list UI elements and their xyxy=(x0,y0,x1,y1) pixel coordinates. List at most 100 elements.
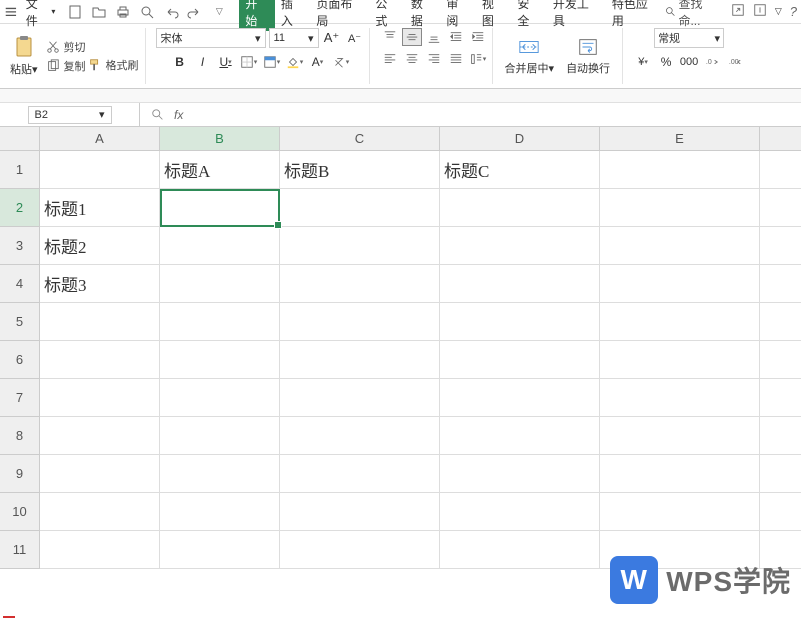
collapse-icon[interactable] xyxy=(753,3,767,20)
insert-function-icon[interactable] xyxy=(150,107,166,123)
cell[interactable] xyxy=(600,417,760,455)
cell[interactable] xyxy=(440,379,600,417)
cell[interactable] xyxy=(440,303,600,341)
currency-button[interactable]: ¥▾ xyxy=(633,52,653,72)
tab-special[interactable]: 特色应用 xyxy=(606,0,665,31)
merge-center-button[interactable]: 合并居中▾ xyxy=(499,36,561,76)
font-name-select[interactable]: 宋体 ▾ xyxy=(156,28,266,48)
cell[interactable] xyxy=(760,151,801,189)
row-header[interactable]: 5 xyxy=(0,303,40,341)
cell[interactable]: 标题2 xyxy=(40,227,160,265)
font-color-button[interactable]: A▾ xyxy=(308,52,328,72)
cell[interactable] xyxy=(160,189,280,227)
align-top-button[interactable] xyxy=(380,28,400,46)
cell[interactable]: 标题C xyxy=(440,151,600,189)
undo-icon[interactable] xyxy=(163,4,179,20)
align-left-button[interactable] xyxy=(380,50,400,68)
format-painter-button[interactable]: 格式刷 xyxy=(88,57,139,73)
cell[interactable] xyxy=(280,265,440,303)
align-middle-button[interactable] xyxy=(402,28,422,46)
row-header[interactable]: 11 xyxy=(0,531,40,569)
cell[interactable] xyxy=(440,265,600,303)
cell[interactable] xyxy=(760,303,801,341)
cell-style-button[interactable]: ▾ xyxy=(262,52,282,72)
number-format-select[interactable]: 常规 ▾ xyxy=(654,28,724,48)
cell[interactable] xyxy=(600,303,760,341)
increase-decimal-button[interactable]: .0 xyxy=(702,52,722,72)
cell[interactable] xyxy=(440,341,600,379)
cell[interactable] xyxy=(440,189,600,227)
font-size-select[interactable]: 11 ▾ xyxy=(269,28,319,48)
cell[interactable] xyxy=(760,189,801,227)
cell[interactable] xyxy=(440,227,600,265)
cut-button[interactable]: 剪切 xyxy=(46,39,86,55)
cell[interactable] xyxy=(160,379,280,417)
cell[interactable] xyxy=(40,151,160,189)
cell[interactable] xyxy=(600,379,760,417)
justify-button[interactable] xyxy=(446,50,466,68)
cell[interactable] xyxy=(40,493,160,531)
orientation-button[interactable]: ▾ xyxy=(468,50,488,68)
cell[interactable] xyxy=(600,189,760,227)
cell[interactable] xyxy=(440,455,600,493)
column-header[interactable]: C xyxy=(280,127,440,151)
column-header[interactable]: E xyxy=(600,127,760,151)
cell[interactable] xyxy=(280,341,440,379)
cell[interactable] xyxy=(760,493,801,531)
cell[interactable] xyxy=(760,227,801,265)
cell[interactable] xyxy=(600,151,760,189)
tab-review[interactable]: 审阅 xyxy=(440,0,476,31)
increase-font-button[interactable]: A⁺ xyxy=(322,28,342,48)
cell[interactable] xyxy=(440,417,600,455)
increase-indent-button[interactable] xyxy=(468,28,488,46)
tab-data[interactable]: 数据 xyxy=(405,0,441,31)
cell[interactable] xyxy=(160,341,280,379)
open-icon[interactable] xyxy=(91,4,107,20)
tab-formula[interactable]: 公式 xyxy=(369,0,405,31)
search-box[interactable]: 查找命... xyxy=(665,0,723,29)
name-box[interactable]: B2 ▾ xyxy=(28,106,112,124)
align-bottom-button[interactable] xyxy=(424,28,444,46)
decrease-decimal-button[interactable]: .00 xyxy=(725,52,745,72)
tab-security[interactable]: 安全 xyxy=(511,0,547,31)
hamburger-icon[interactable] xyxy=(4,5,18,19)
cell[interactable]: 标题1 xyxy=(40,189,160,227)
border-button[interactable]: ▾ xyxy=(239,52,259,72)
cell[interactable] xyxy=(280,189,440,227)
cell[interactable]: 标题3 xyxy=(40,265,160,303)
cell[interactable] xyxy=(160,265,280,303)
fx-label[interactable]: fx xyxy=(174,108,183,122)
cell[interactable] xyxy=(440,531,600,569)
tab-developer[interactable]: 开发工具 xyxy=(547,0,606,31)
cell[interactable] xyxy=(40,341,160,379)
tab-page-layout[interactable]: 页面布局 xyxy=(310,0,369,31)
qat-dropdown-icon[interactable]: ▽ xyxy=(211,4,227,20)
cell[interactable] xyxy=(600,227,760,265)
row-header[interactable]: 2 xyxy=(0,189,40,227)
align-right-button[interactable] xyxy=(424,50,444,68)
cell[interactable] xyxy=(600,455,760,493)
column-header[interactable]: A xyxy=(40,127,160,151)
cell[interactable]: 标题A xyxy=(160,151,280,189)
cell[interactable] xyxy=(160,531,280,569)
cell[interactable] xyxy=(40,417,160,455)
cell[interactable] xyxy=(280,455,440,493)
paste-button[interactable]: 粘贴▾ xyxy=(6,35,42,77)
underline-button[interactable]: U▾ xyxy=(216,52,236,72)
cell[interactable] xyxy=(600,493,760,531)
align-center-button[interactable] xyxy=(402,50,422,68)
percent-button[interactable]: % xyxy=(656,52,676,72)
cell[interactable] xyxy=(280,531,440,569)
file-menu[interactable]: 文件 ▾ xyxy=(22,0,60,29)
cell[interactable] xyxy=(40,531,160,569)
row-header[interactable]: 10 xyxy=(0,493,40,531)
cell[interactable] xyxy=(760,455,801,493)
tab-insert[interactable]: 插入 xyxy=(275,0,311,31)
wrap-text-button[interactable]: 自动换行 xyxy=(560,36,616,76)
cell[interactable] xyxy=(760,379,801,417)
copy-button[interactable]: 复制 xyxy=(46,58,86,74)
cell[interactable] xyxy=(280,303,440,341)
print-preview-icon[interactable] xyxy=(139,4,155,20)
cell[interactable] xyxy=(160,227,280,265)
cell[interactable] xyxy=(440,493,600,531)
